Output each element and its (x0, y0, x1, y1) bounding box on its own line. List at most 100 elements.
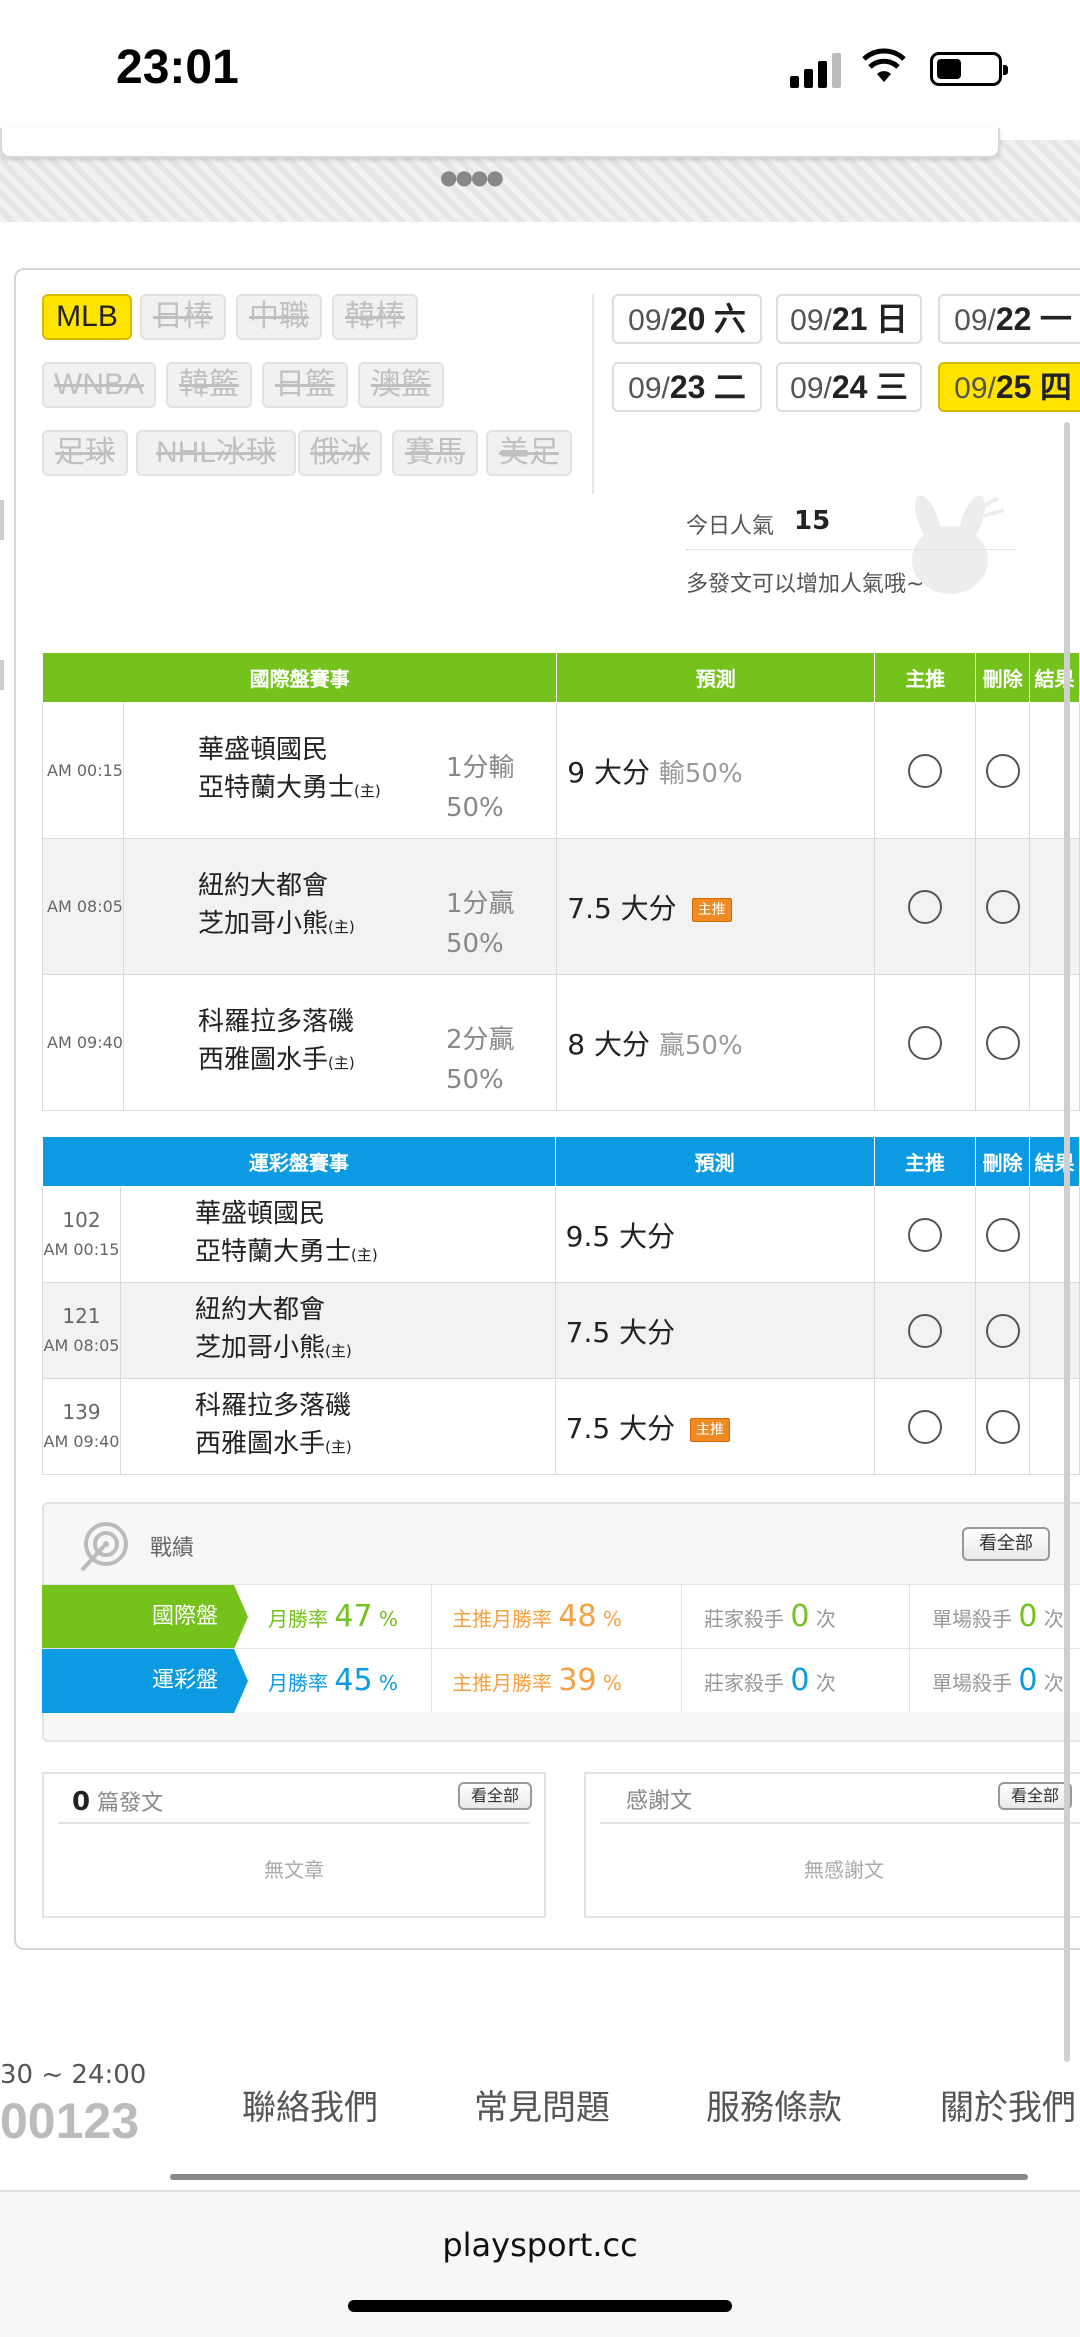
record-see-all-button[interactable]: 看全部 (962, 1527, 1050, 1561)
delete-radio[interactable] (985, 753, 1020, 788)
footer-link-terms[interactable]: 服務條款 (706, 2080, 842, 2129)
col-header-main-pick: 主推 (874, 652, 977, 703)
record-label: 國際盤 (42, 1585, 248, 1649)
prediction-result: 輸50% (658, 758, 743, 789)
date-0924[interactable]: 09/24 三 (776, 362, 922, 412)
sport-tag-nfl[interactable]: 美足 (486, 430, 572, 476)
footer-link-about[interactable]: 關於我們 (940, 2080, 1076, 2129)
footer-link-contact[interactable]: 聯絡我們 (242, 2080, 378, 2129)
posts-see-all-button[interactable]: 看全部 (458, 1782, 532, 1810)
sport-tag-kbl[interactable]: 韓籃 (166, 362, 252, 408)
matchup: 華盛頓國民 亞特蘭大勇士(主) (119, 1186, 556, 1283)
result-cell (1029, 1378, 1080, 1475)
delete-radio[interactable] (985, 1409, 1020, 1444)
handicap-pct: 50% (445, 1065, 504, 1095)
date-0920[interactable]: 09/20 六 (612, 294, 762, 344)
table-row: AM 00:15 華盛頓國民 亞特蘭大勇士(主) 1分輸 50% 9 大分 輸5… (42, 702, 1080, 839)
delete-cell[interactable] (975, 1186, 1031, 1283)
popularity-value: 15 (794, 506, 831, 536)
main-pick-cell[interactable] (874, 838, 977, 975)
main-pick-radio[interactable] (907, 1313, 942, 1348)
prediction: 9 大分 輸50% (556, 702, 876, 839)
carousel-dots[interactable]: ●●●● (440, 165, 504, 189)
sport-tag-mlb[interactable]: MLB (42, 294, 132, 340)
sport-tag-kbo[interactable]: 韓棒 (332, 294, 418, 340)
home-marker: (主) (351, 1246, 378, 1264)
main-pick-radio[interactable] (907, 1409, 942, 1444)
tag-divider (592, 294, 594, 494)
service-hours: 30 ~ 24:00 (0, 2060, 147, 2090)
col-header-result: 結果 (1029, 652, 1080, 703)
date-0923[interactable]: 09/23 二 (612, 362, 762, 412)
record-label: 運彩盤 (42, 1649, 248, 1713)
lottery-odds-table: 運彩盤賽事 預測 主推 刪除 結果 102 AM 00:15 華盛頓國民 亞特蘭大… (42, 1136, 1080, 1475)
handicap: 1分輸 (445, 753, 515, 783)
main-pick-cell[interactable] (873, 1186, 977, 1283)
delete-cell[interactable] (975, 1282, 1031, 1379)
sport-tag-npb[interactable]: 日棒 (140, 294, 226, 340)
delete-cell[interactable] (975, 702, 1031, 839)
posts-box: 0 篇發文 看全部 無文章 (42, 1772, 546, 1918)
sport-tag-jbl[interactable]: 日籃 (262, 362, 348, 408)
main-pick-cell[interactable] (874, 974, 977, 1111)
prediction: 8 大分 贏50% (556, 974, 876, 1111)
delete-radio[interactable] (985, 1313, 1020, 1348)
table-row: 102 AM 00:15 華盛頓國民 亞特蘭大勇士(主) 9.5 大分 (42, 1186, 1080, 1283)
sport-tag-horse[interactable]: 賽馬 (392, 430, 478, 476)
wifi-icon (862, 48, 906, 94)
home-team: 西雅圖水手 (197, 1045, 328, 1075)
sport-tag-cpbl[interactable]: 中職 (236, 294, 322, 340)
delete-cell[interactable] (975, 1378, 1031, 1475)
game-time: AM 08:05 (42, 838, 124, 975)
game-time: AM 09:40 (42, 974, 124, 1111)
handicap-pct: 50% (445, 929, 504, 959)
away-team: 紐約大都會 (194, 1295, 325, 1325)
main-pick-radio[interactable] (907, 1217, 942, 1252)
delete-radio[interactable] (985, 1025, 1020, 1060)
away-team: 科羅拉多落磯 (194, 1391, 351, 1421)
prediction: 7.5 大分 (554, 1282, 875, 1379)
date-0922[interactable]: 09/22 一 (938, 294, 1080, 344)
col-header-delete: 刪除 (975, 652, 1031, 703)
month-winrate: 月勝率 47 % (268, 1585, 432, 1649)
main-pick-radio[interactable] (908, 1025, 943, 1060)
main-pick-radio[interactable] (908, 889, 943, 924)
sport-tag-khl[interactable]: 俄冰 (298, 430, 382, 476)
game-number: 121 (62, 1303, 101, 1328)
footer-link-faq[interactable]: 常見問題 (474, 2080, 610, 2129)
cellular-signal-icon (790, 52, 842, 88)
sport-tag-wnba[interactable]: WNBA (42, 362, 156, 408)
game-time: AM 00:15 (43, 1239, 120, 1259)
scrollbar[interactable] (1064, 422, 1070, 2062)
sport-tag-nbl[interactable]: 澳籃 (358, 362, 444, 408)
sport-tag-nhl[interactable]: NHL冰球 (136, 430, 296, 476)
result-cell (1029, 838, 1080, 975)
clock: 23:01 (116, 41, 239, 94)
sport-tag-soccer[interactable]: 足球 (42, 430, 128, 476)
main-pick-cell[interactable] (874, 702, 977, 839)
address-bar-url[interactable]: playsport.cc (0, 2226, 1080, 2264)
main-pick-radio[interactable] (908, 753, 943, 788)
result-cell (1029, 974, 1080, 1111)
house-killer: 莊家殺手 0 次 (704, 1585, 910, 1649)
date-0921[interactable]: 09/21 日 (776, 294, 922, 344)
matchup: 華盛頓國民 亞特蘭大勇士(主) 1分輸 50% (122, 702, 558, 839)
date-0925[interactable]: 09/25 四 (938, 362, 1080, 412)
delete-cell[interactable] (975, 974, 1031, 1111)
home-team: 芝加哥小熊 (194, 1333, 325, 1363)
thanks-see-all-button[interactable]: 看全部 (998, 1782, 1072, 1810)
home-indicator[interactable] (348, 2300, 732, 2312)
handicap-pct: 50% (445, 793, 504, 823)
page-load-progress (170, 2174, 1028, 2180)
single-killer: 單場殺手 0 次 (932, 1599, 1064, 1634)
game-info: 102 AM 00:15 (42, 1186, 121, 1283)
result-cell (1029, 1282, 1080, 1379)
record-row-intl: 國際盤 月勝率 47 % 主推月勝率 48 % 莊家殺手 0 次 單場殺手 0 … (42, 1584, 1080, 1649)
main-pick-cell[interactable] (873, 1378, 977, 1475)
delete-radio[interactable] (985, 1217, 1020, 1252)
handicap: 1分贏 (445, 889, 515, 919)
main-pick-cell[interactable] (873, 1282, 977, 1379)
pick-month-winrate: 主推月勝率 39 % (452, 1649, 682, 1713)
delete-radio[interactable] (985, 889, 1020, 924)
delete-cell[interactable] (975, 838, 1031, 975)
